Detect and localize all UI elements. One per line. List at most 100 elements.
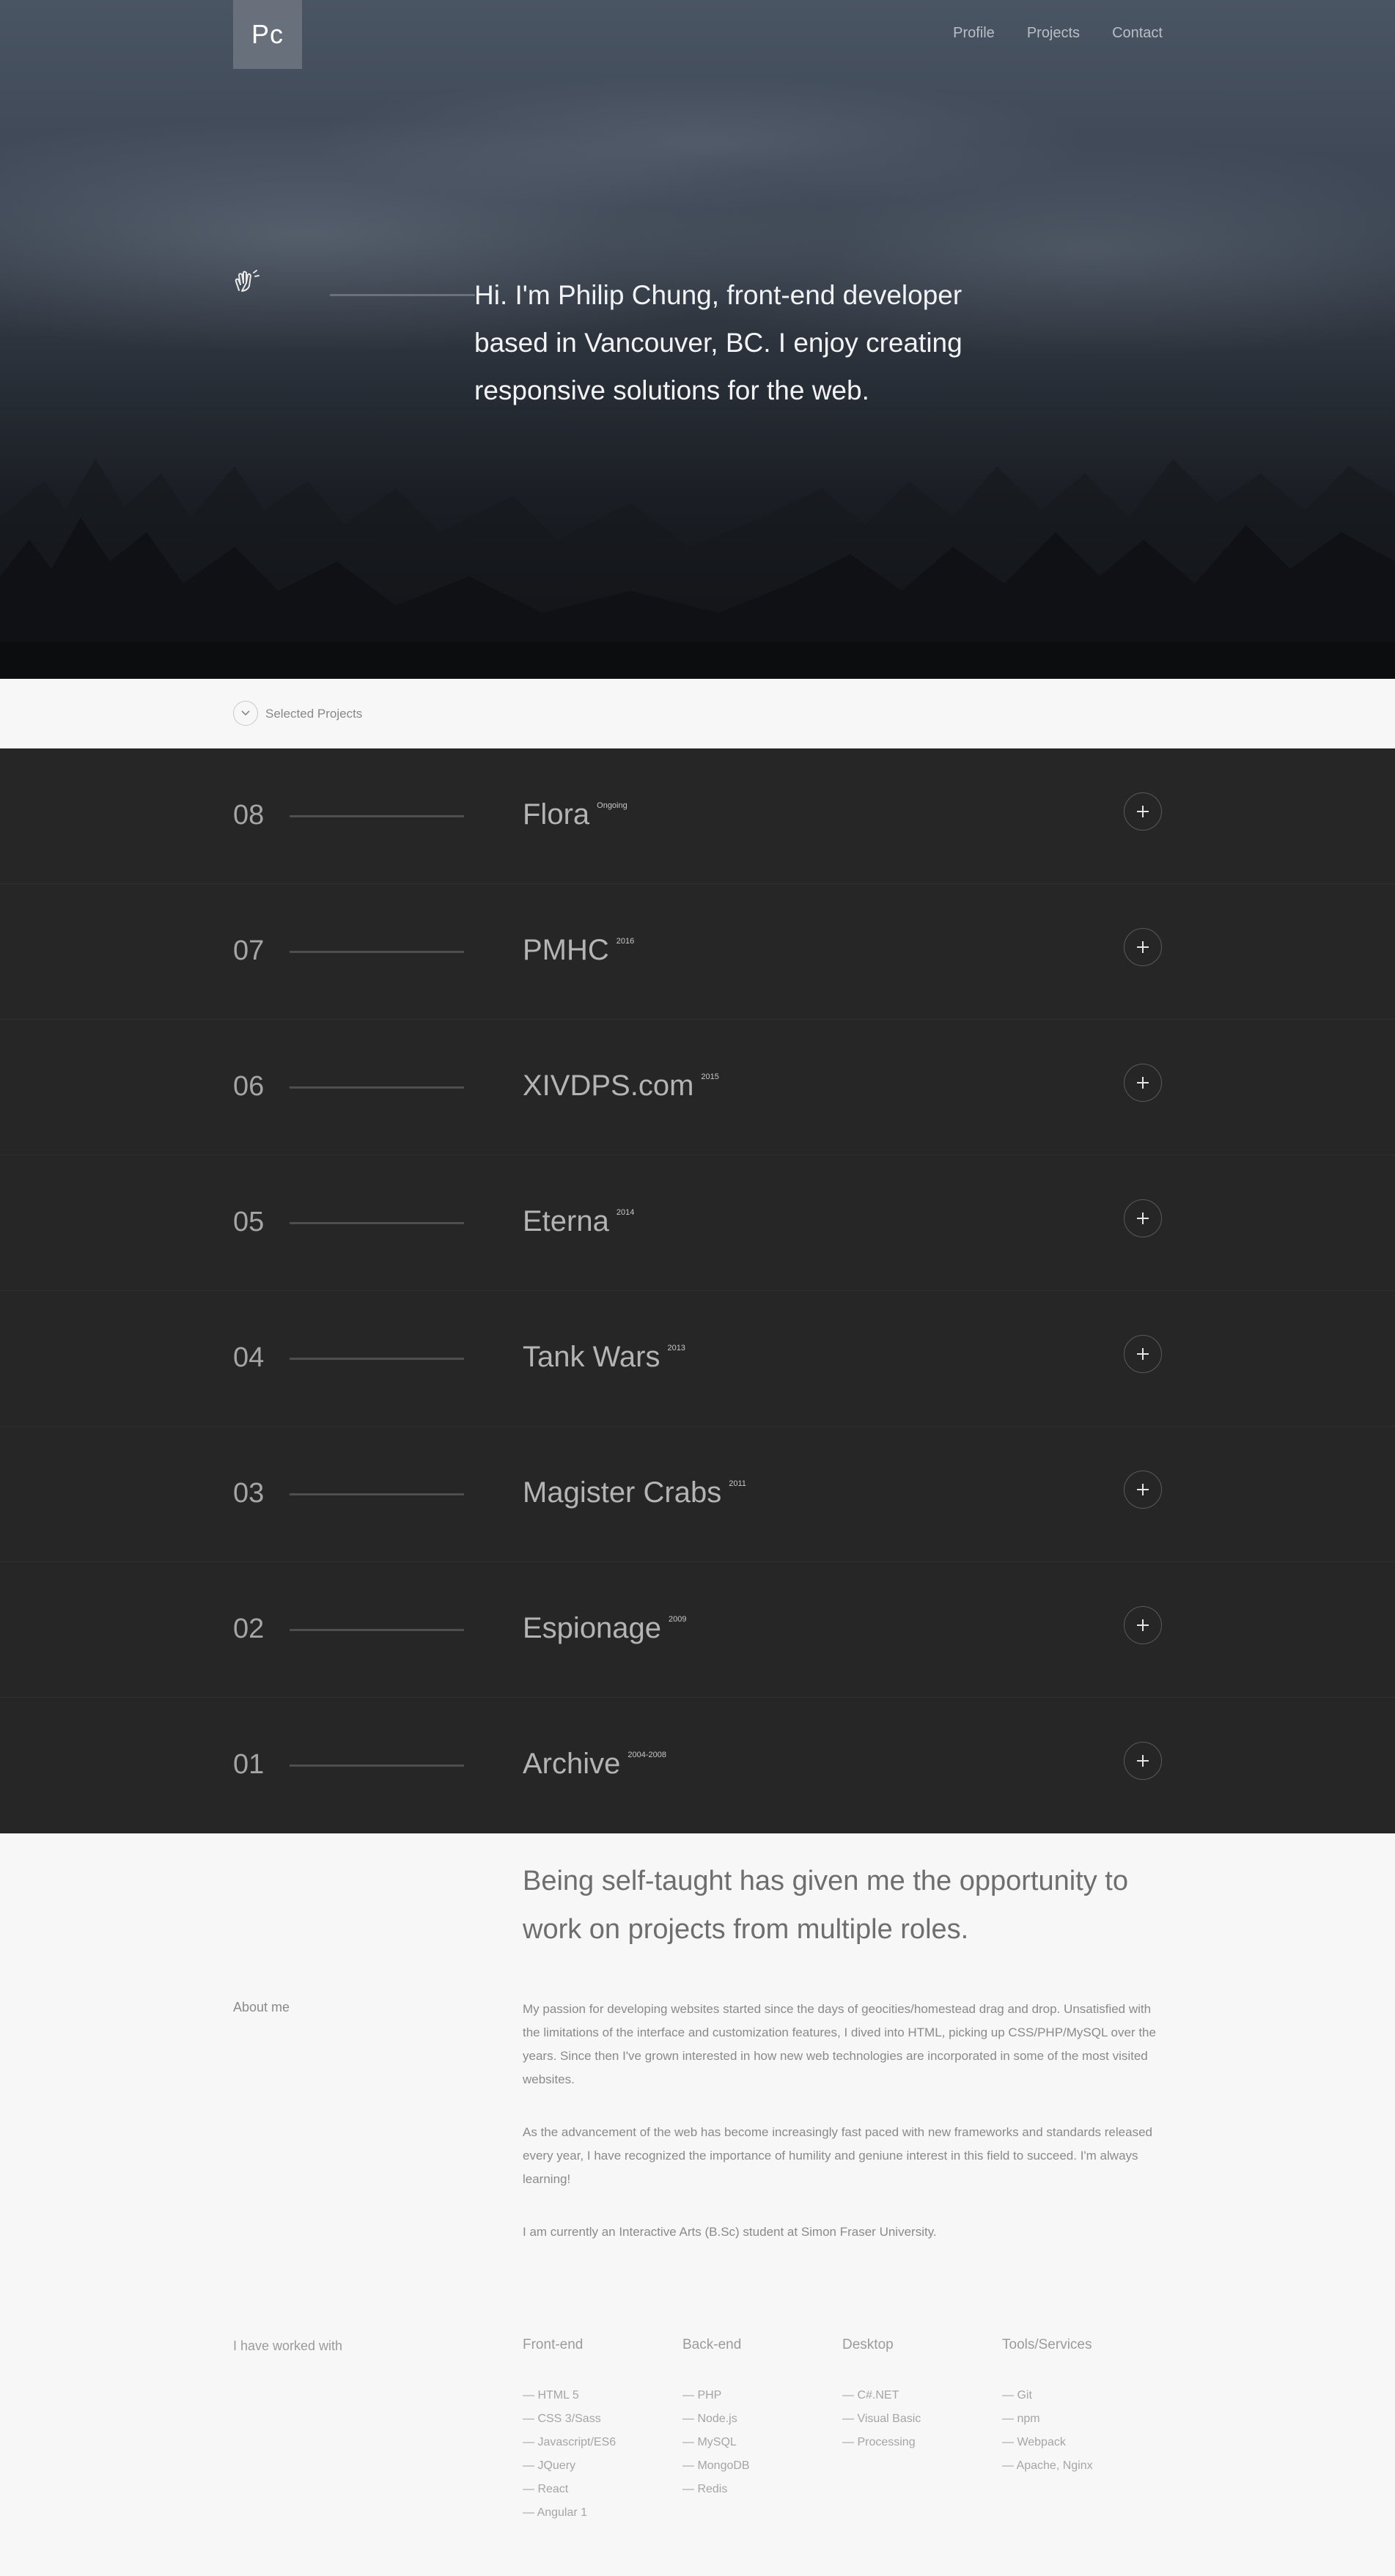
- skill-item: — Visual Basic: [842, 2413, 921, 2425]
- project-row[interactable]: 04 Tank Wars 2013: [0, 1291, 1395, 1427]
- worked-with-label: I have worked with: [233, 2338, 343, 2353]
- hero-background-mist: [0, 29, 1395, 220]
- project-year: 2015: [701, 1072, 719, 1081]
- nav-link-profile[interactable]: Profile: [953, 25, 995, 42]
- project-year: Ongoing: [597, 801, 627, 810]
- plus-icon: [1137, 1077, 1149, 1089]
- plus-icon: [1137, 941, 1149, 953]
- project-row[interactable]: 07 PMHC 2016: [0, 884, 1395, 1020]
- project-row[interactable]: 08 Flora Ongoing: [0, 748, 1395, 884]
- project-year: 2004-2008: [627, 1751, 666, 1759]
- skill-item: — npm: [1002, 2413, 1040, 2425]
- about-section: Being self-taught has given me the oppor…: [0, 1833, 1395, 2575]
- hero-divider-line: [330, 294, 475, 296]
- nav-link-projects[interactable]: Projects: [1027, 25, 1080, 42]
- skill-item: — MongoDB: [682, 2459, 750, 2472]
- project-row[interactable]: 02 Espionage 2009: [0, 1562, 1395, 1698]
- skill-item: — C#.NET: [842, 2389, 899, 2402]
- skill-item: — Webpack: [1002, 2436, 1066, 2448]
- skill-column-title: Front-end: [523, 2337, 584, 2352]
- about-body: My passion for developing websites start…: [523, 1998, 1160, 2273]
- project-number: 02: [233, 1613, 265, 1644]
- project-number: 08: [233, 800, 265, 831]
- about-me-label: About me: [233, 2000, 290, 2014]
- site-logo[interactable]: Pc: [233, 0, 302, 69]
- skill-item: — Processing: [842, 2436, 916, 2448]
- project-divider-line: [290, 1629, 464, 1631]
- project-number: 01: [233, 1749, 265, 1780]
- chevron-down-icon[interactable]: [233, 701, 258, 726]
- skill-item: — Redis: [682, 2483, 728, 2495]
- skill-column-front-end: Front-end — HTML 5 — CSS 3/Sass — Javasc…: [523, 2337, 682, 2525]
- skill-item: — HTML 5: [523, 2389, 579, 2402]
- plus-icon: [1137, 1484, 1149, 1495]
- plus-icon: [1137, 1212, 1149, 1224]
- project-number: 06: [233, 1071, 265, 1102]
- hero-section: Pc Profile Projects Contact Hi. I'm Phil…: [0, 0, 1395, 679]
- project-year: 2009: [669, 1615, 687, 1624]
- about-paragraph: I am currently an Interactive Arts (B.Sc…: [523, 2225, 937, 2239]
- project-number: 03: [233, 1478, 265, 1509]
- skill-item: — MySQL: [682, 2436, 737, 2448]
- project-number: 04: [233, 1342, 265, 1373]
- skill-item: — Apache, Nginx: [1002, 2459, 1093, 2472]
- selected-projects-bar: Selected Projects: [0, 679, 1395, 748]
- project-title[interactable]: Tank Wars 2013: [523, 1341, 685, 1374]
- nav-link-contact[interactable]: Contact: [1112, 25, 1163, 42]
- about-paragraph: My passion for developing websites start…: [523, 2002, 1156, 2086]
- expand-project-button[interactable]: [1124, 1471, 1162, 1509]
- skill-item: — Node.js: [682, 2413, 737, 2425]
- project-number: 07: [233, 935, 265, 966]
- project-title[interactable]: Magister Crabs 2011: [523, 1476, 746, 1509]
- project-title[interactable]: XIVDPS.com 2015: [523, 1070, 719, 1103]
- project-divider-line: [290, 1493, 464, 1495]
- project-divider-line: [290, 1358, 464, 1360]
- expand-project-button[interactable]: [1124, 1742, 1162, 1780]
- skill-item: — PHP: [682, 2389, 722, 2402]
- selected-projects-label: Selected Projects: [265, 707, 363, 721]
- skill-column-title: Tools/Services: [1002, 2337, 1092, 2352]
- project-row[interactable]: 01 Archive 2004-2008: [0, 1698, 1395, 1833]
- about-headline: Being self-taught has given me the oppor…: [523, 1866, 1128, 1945]
- project-divider-line: [290, 951, 464, 953]
- plus-icon: [1137, 806, 1149, 817]
- skill-column-back-end: Back-end — PHP — Node.js — MySQL — Mongo…: [682, 2337, 842, 2525]
- project-year: 2011: [729, 1479, 746, 1488]
- skill-column-tools: Tools/Services — Git — npm — Webpack — A…: [1002, 2337, 1162, 2525]
- skill-column-desktop: Desktop — C#.NET — Visual Basic — Proces…: [842, 2337, 1002, 2525]
- expand-project-button[interactable]: [1124, 1606, 1162, 1644]
- project-year: 2014: [616, 1208, 635, 1217]
- project-title[interactable]: Archive 2004-2008: [523, 1748, 666, 1781]
- project-year: 2013: [667, 1344, 685, 1353]
- project-divider-line: [290, 1764, 464, 1767]
- skill-item: — Git: [1002, 2389, 1032, 2402]
- skill-column-title: Desktop: [842, 2337, 894, 2352]
- expand-project-button[interactable]: [1124, 1199, 1162, 1237]
- project-divider-line: [290, 815, 464, 817]
- plus-icon: [1137, 1348, 1149, 1360]
- main-nav: Profile Projects Contact: [953, 25, 1163, 42]
- project-number: 05: [233, 1207, 265, 1237]
- forest-background-image: [0, 459, 1395, 679]
- expand-project-button[interactable]: [1124, 928, 1162, 966]
- project-title[interactable]: Flora Ongoing: [523, 798, 627, 831]
- project-title[interactable]: Eterna 2014: [523, 1205, 634, 1238]
- skill-item: — JQuery: [523, 2459, 576, 2472]
- project-title[interactable]: Espionage 2009: [523, 1612, 687, 1645]
- expand-project-button[interactable]: [1124, 1335, 1162, 1373]
- project-title[interactable]: PMHC 2016: [523, 934, 634, 967]
- project-row[interactable]: 06 XIVDPS.com 2015: [0, 1020, 1395, 1155]
- project-divider-line: [290, 1222, 464, 1224]
- expand-project-button[interactable]: [1124, 1064, 1162, 1102]
- about-paragraph: As the advancement of the web has become…: [523, 2125, 1152, 2186]
- expand-project-button[interactable]: [1124, 792, 1162, 831]
- projects-list: 08 Flora Ongoing 07 PMHC 2016 06 XIVDPS.co…: [0, 748, 1395, 1833]
- skill-item: — React: [523, 2483, 569, 2495]
- project-row[interactable]: 03 Magister Crabs 2011: [0, 1427, 1395, 1562]
- plus-icon: [1137, 1755, 1149, 1767]
- skill-column-title: Back-end: [682, 2337, 742, 2352]
- project-row[interactable]: 05 Eterna 2014: [0, 1155, 1395, 1291]
- skill-item: — CSS 3/Sass: [523, 2413, 601, 2425]
- project-divider-line: [290, 1086, 464, 1089]
- project-year: 2016: [616, 937, 635, 946]
